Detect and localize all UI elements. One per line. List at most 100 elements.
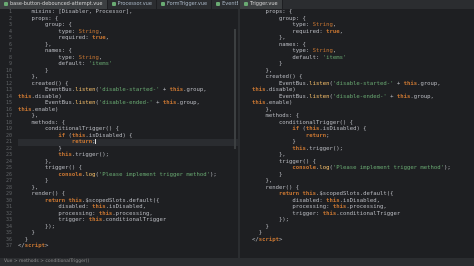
code-token: disabled:	[18, 204, 93, 210]
scrollbar[interactable]	[234, 29, 236, 149]
code-token: .enable)	[31, 106, 59, 113]
code-token: processing:	[252, 204, 333, 210]
code-line[interactable]: </script>	[18, 243, 238, 250]
code-token: group: {	[252, 15, 306, 22]
code-token: names: {	[252, 41, 306, 48]
code-token: },	[252, 106, 273, 113]
code-token: this	[71, 132, 86, 139]
code-token: ;	[326, 132, 330, 139]
code-token: 'items'	[322, 54, 347, 61]
code-area[interactable]: props: { group: { type: String, required…	[252, 9, 474, 243]
code-token: created() {	[252, 74, 303, 80]
code-token: }	[18, 236, 29, 243]
file-icon	[111, 1, 116, 6]
code-token: group: {	[18, 22, 72, 28]
code-token: this	[252, 100, 266, 106]
code-token: },	[18, 41, 52, 48]
code-token: this	[305, 126, 320, 132]
code-token: },	[18, 113, 39, 119]
code-token: this	[169, 87, 184, 93]
code-token: ,	[339, 28, 343, 35]
editor-tab[interactable]: base-button-debounced-attempt.vue	[0, 0, 108, 9]
code-token: </	[252, 236, 259, 243]
code-token: log	[319, 165, 330, 171]
code-token: 'items'	[88, 61, 113, 67]
code-token: 'Please implement trigger method'	[98, 171, 210, 178]
file-icon	[160, 1, 165, 6]
code-token: this	[252, 87, 266, 93]
code-token: ,	[332, 48, 337, 54]
code-token: +	[386, 93, 397, 100]
code-token: this	[162, 100, 177, 106]
code-token: console	[58, 171, 82, 178]
file-icon	[216, 1, 221, 6]
code-token: +	[159, 87, 170, 93]
left-editor-pane[interactable]: 1 2 3 4 5 6 7 8 9 10 11 12 13 14 15 16 17 18 19 20 21 22 23 24 2…	[0, 9, 238, 258]
code-token: }	[252, 230, 263, 236]
tab-label: base-button-debounced-attempt.vue	[10, 1, 103, 7]
code-token: String	[78, 54, 99, 61]
code-token: }	[252, 171, 283, 178]
code-token: );	[444, 165, 451, 171]
code-line[interactable]: </script>	[252, 237, 474, 244]
code-token: trigger:	[252, 210, 323, 217]
code-token: },	[252, 178, 273, 184]
code-token: return	[71, 139, 93, 145]
code-token: String	[78, 28, 99, 35]
code-token: .conditionalTrigger	[336, 210, 401, 217]
code-token: trigger() {	[252, 158, 316, 165]
tab-label: Trigger.vue	[250, 1, 278, 7]
tab-label: FormTrigger.vue	[166, 1, 208, 7]
code-token: +	[393, 80, 404, 87]
tab-label: Processor.vue	[117, 1, 152, 7]
code-line[interactable]: console.log('Please implement trigger me…	[252, 165, 474, 172]
code-token: EventBus.	[252, 80, 310, 87]
code-token: .isDisabled,	[105, 204, 146, 210]
code-token: props: {	[252, 9, 293, 15]
right-editor-pane[interactable]: props: { group: { type: String, required…	[240, 9, 474, 258]
code-token: });	[252, 217, 290, 223]
code-token: },	[252, 67, 273, 74]
code-token: conditionalTrigger() {	[252, 119, 354, 126]
code-token: this	[332, 204, 347, 210]
code-token: .group,	[183, 87, 207, 93]
code-area[interactable]: mixins: [Disabler, Processor], props: { …	[18, 9, 238, 250]
code-token: disabled:	[252, 197, 327, 204]
file-icon	[4, 1, 8, 6]
code-token: .$scopedSlots.default({	[82, 197, 160, 204]
code-token: script	[24, 243, 45, 249]
editor-tab[interactable]: FormTrigger.vue	[157, 0, 213, 9]
code-token: conditionalTrigger() {	[18, 126, 120, 132]
editor-tab[interactable]: Trigger.vue	[240, 0, 283, 9]
line-number-gutter: 1 2 3 4 5 6 7 8 9 10 11 12 13 14 15 16 17 18 19 20 21 22 23 24 2…	[0, 9, 14, 258]
code-token: listen	[75, 87, 96, 93]
code-token: },	[18, 184, 39, 191]
right-tab-bar: Trigger.vue	[240, 0, 474, 9]
editor-tab[interactable]: Processor.vue	[108, 0, 157, 9]
left-tab-bar: base-button-debounced-attempt.vue Process…	[0, 0, 240, 9]
code-token: type:	[252, 22, 313, 28]
code-token: default:	[252, 54, 323, 61]
code-token: listen	[75, 100, 96, 106]
code-token: processing:	[18, 210, 99, 217]
code-token: }	[18, 178, 49, 184]
code-token: required:	[252, 28, 327, 35]
code-token: EventBus.	[18, 87, 76, 93]
code-token: type:	[18, 28, 79, 35]
code-line[interactable]: console.log('Please implement trigger me…	[18, 172, 238, 179]
code-token: true	[326, 28, 340, 35]
code-token: names: {	[18, 48, 72, 54]
code-token: this	[98, 210, 113, 217]
code-token: EventBus.	[18, 100, 76, 106]
code-token: props: {	[18, 15, 59, 22]
code-token: this	[58, 152, 72, 158]
code-token: ,	[332, 22, 337, 28]
editor-tab[interactable]: EventBus.js	[212, 0, 240, 9]
code-token: this	[92, 204, 106, 210]
breadcrumb[interactable]: Vue > methods > conditionalTrigger()	[4, 259, 89, 264]
code-token: trigger() {	[18, 165, 82, 171]
code-token: (	[65, 132, 72, 139]
